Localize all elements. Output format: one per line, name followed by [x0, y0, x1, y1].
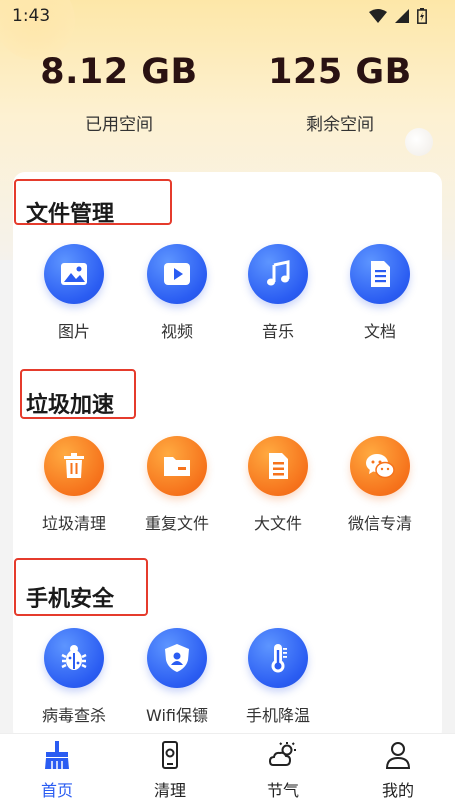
grid-item-label: 微信专清: [347, 514, 412, 533]
nav-clean[interactable]: 清理: [130, 740, 210, 801]
used-space-stat: 8.12 GB 已用空间: [19, 52, 219, 135]
grid-item-wechat-clean[interactable]: 微信专清: [330, 436, 430, 534]
section-title-file-management: 文件管理: [26, 202, 115, 227]
battery-icon: [417, 8, 427, 24]
grid-item-label: 病毒查杀: [41, 706, 106, 725]
grid-item-wifi-guard[interactable]: Wifi保镖: [127, 628, 227, 726]
feature-card: 文件管理 图片 视频 音乐 文档 垃圾加速 垃圾清理 重复文件 大文件 微信专清…: [13, 172, 442, 742]
large-file-icon: [248, 436, 308, 496]
grid-item-label: 手机降温: [245, 706, 310, 725]
folder-icon: [147, 436, 207, 496]
grid-item-videos[interactable]: 视频: [127, 244, 227, 342]
nav-home[interactable]: 首页: [17, 740, 97, 801]
video-icon: [147, 244, 207, 304]
free-space-label: 剩余空间: [306, 115, 374, 135]
nav-label: 首页: [40, 781, 73, 800]
signal-icon: [395, 9, 409, 23]
section-title-phone-security: 手机安全: [26, 587, 115, 612]
image-icon: [44, 244, 104, 304]
broom-icon: [45, 741, 69, 769]
music-icon: [248, 244, 308, 304]
trash-icon: [44, 436, 104, 496]
bottom-nav: 首页 清理 节气 我的: [0, 733, 455, 810]
grid-item-label: 重复文件: [144, 514, 209, 533]
document-icon: [350, 244, 410, 304]
grid-item-virus-scan[interactable]: 病毒查杀: [24, 628, 124, 726]
wechat-icon: [350, 436, 410, 496]
grid-item-images[interactable]: 图片: [24, 244, 124, 342]
used-space-value: 8.12 GB: [40, 52, 198, 92]
grid-item-duplicate-files[interactable]: 重复文件: [127, 436, 227, 534]
storage-summary: 8.12 GB 已用空间 125 GB 剩余空间: [0, 52, 455, 152]
status-time: 1:43: [12, 6, 51, 26]
grid-item-label: 视频: [160, 322, 193, 341]
grid-item-label: 图片: [57, 322, 90, 341]
used-space-label: 已用空间: [85, 115, 153, 135]
nav-solar-terms[interactable]: 节气: [243, 740, 323, 801]
virus-icon: [44, 628, 104, 688]
nav-label: 清理: [153, 781, 186, 800]
grid-item-phone-cooling[interactable]: 手机降温: [228, 628, 328, 726]
status-bar: 1:43: [0, 0, 455, 32]
grid-item-label: 文档: [363, 322, 396, 341]
grid-item-label: 音乐: [261, 322, 294, 341]
status-icons: [369, 8, 427, 24]
free-space-stat: 125 GB 剩余空间: [240, 52, 440, 135]
nav-label: 节气: [266, 781, 299, 800]
user-icon: [385, 742, 411, 769]
section-title-junk-acceleration: 垃圾加速: [26, 393, 115, 418]
thermometer-icon: [248, 628, 308, 688]
nav-profile[interactable]: 我的: [358, 740, 438, 801]
weather-icon: [268, 742, 296, 766]
shield-user-icon: [147, 628, 207, 688]
grid-item-large-files[interactable]: 大文件: [228, 436, 328, 534]
grid-item-documents[interactable]: 文档: [330, 244, 430, 342]
nav-label: 我的: [381, 781, 414, 800]
free-space-value: 125 GB: [268, 52, 412, 92]
grid-item-label: 大文件: [253, 514, 302, 533]
phone-icon: [162, 741, 178, 769]
grid-item-junk-clean[interactable]: 垃圾清理: [24, 436, 124, 534]
grid-item-music[interactable]: 音乐: [228, 244, 328, 342]
grid-item-label: Wifi保镖: [146, 706, 208, 725]
wifi-icon: [369, 9, 387, 23]
grid-item-label: 垃圾清理: [41, 514, 106, 533]
